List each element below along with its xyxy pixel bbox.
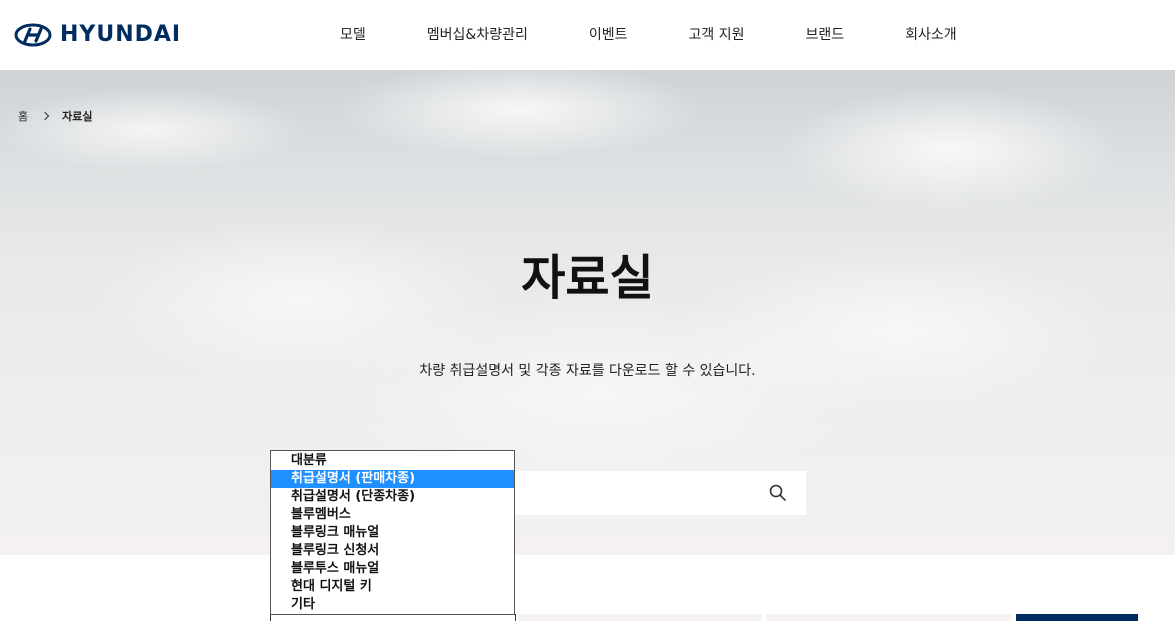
nav-item-brand[interactable]: 브랜드 bbox=[805, 24, 844, 44]
dropdown-option[interactable]: 기타 bbox=[271, 596, 514, 614]
chevron-right-icon bbox=[40, 111, 50, 121]
nav-item-membership[interactable]: 멤버십&차량관리 bbox=[427, 24, 528, 44]
dropdown-option[interactable]: 현대 디지털 키 bbox=[271, 578, 514, 596]
search-button[interactable] bbox=[1016, 614, 1138, 621]
model-select[interactable] bbox=[766, 614, 1012, 621]
hyundai-logo-icon bbox=[14, 23, 52, 46]
subcategory-select[interactable] bbox=[518, 614, 762, 621]
dropdown-option-highlighted[interactable]: 취급설명서 (판매차종) bbox=[271, 470, 514, 488]
nav-item-support[interactable]: 고객 지원 bbox=[688, 24, 744, 44]
dropdown-option[interactable]: 대분류 bbox=[271, 452, 514, 470]
dropdown-option[interactable]: 블루멤버스 bbox=[271, 506, 514, 524]
page-description: 차량 취급설명서 및 각종 자료를 다운로드 할 수 있습니다. bbox=[419, 363, 756, 379]
category-dropdown-list[interactable]: 대분류 취급설명서 (판매차종) 취급설명서 (단종차종) 블루멤버스 블루링크… bbox=[270, 450, 515, 615]
dropdown-option[interactable]: 취급설명서 (단종차종) bbox=[271, 488, 514, 506]
nav-item-company[interactable]: 회사소개 bbox=[905, 24, 957, 44]
search-icon[interactable] bbox=[768, 483, 788, 503]
breadcrumb: 홈 자료실 bbox=[18, 108, 93, 124]
breadcrumb-home[interactable]: 홈 bbox=[18, 108, 28, 124]
nav-item-events[interactable]: 이벤트 bbox=[589, 24, 628, 44]
breadcrumb-current: 자료실 bbox=[62, 110, 93, 123]
search-input[interactable] bbox=[500, 471, 806, 515]
nav-item-models[interactable]: 모델 bbox=[340, 24, 366, 44]
main-nav: 모델 멤버십&차량관리 이벤트 고객 지원 브랜드 회사소개 bbox=[340, 24, 957, 44]
hyundai-logo[interactable]: HYUNDAI bbox=[14, 22, 181, 47]
site-header: HYUNDAI 모델 멤버십&차량관리 이벤트 고객 지원 브랜드 회사소개 bbox=[0, 0, 1175, 70]
dropdown-option[interactable]: 블루투스 매뉴얼 bbox=[271, 560, 514, 578]
dropdown-option[interactable]: 블루링크 매뉴얼 bbox=[271, 524, 514, 542]
category-select[interactable] bbox=[270, 614, 516, 621]
page-title: 자료실 bbox=[521, 250, 654, 306]
brand-wordmark: HYUNDAI bbox=[60, 22, 182, 47]
dropdown-option[interactable]: 블루링크 신청서 bbox=[271, 542, 514, 560]
